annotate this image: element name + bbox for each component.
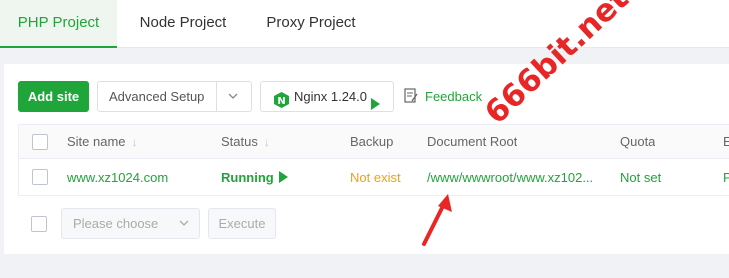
advanced-setup-label: Advanced Setup: [109, 89, 205, 104]
svg-text:N: N: [277, 96, 285, 107]
column-truncated: E: [723, 134, 729, 149]
document-root-link[interactable]: /www/wwwroot/www.xz102...: [427, 159, 593, 195]
column-site-name[interactable]: Site name ↓: [67, 125, 138, 158]
batch-action-select[interactable]: Please choose: [61, 208, 200, 239]
quota-link[interactable]: Not set: [620, 159, 661, 195]
sort-arrow-icon[interactable]: ↓: [132, 135, 138, 149]
backup-link[interactable]: Not exist: [350, 159, 401, 195]
batch-select-checkbox[interactable]: [31, 216, 47, 232]
status-toggle[interactable]: Running: [221, 159, 288, 195]
nginx-version-label: Nginx 1.24.0: [294, 89, 367, 104]
column-label: Site name: [67, 134, 126, 149]
status-label: Running: [221, 169, 274, 185]
play-icon: [278, 171, 288, 183]
add-site-button[interactable]: Add site: [18, 81, 89, 112]
tab-proxy-project[interactable]: Proxy Project: [250, 0, 372, 48]
table-header: Site name ↓ Status ↓ Backup Document Root …: [18, 124, 729, 159]
chevron-down-icon[interactable]: [227, 82, 239, 121]
sort-arrow-icon[interactable]: ↓: [264, 135, 270, 149]
nginx-icon: N: [274, 89, 289, 118]
execute-button[interactable]: Execute: [208, 208, 276, 239]
tab-node-project[interactable]: Node Project: [122, 0, 244, 48]
site-name-link[interactable]: www.xz1024.com: [67, 159, 168, 195]
column-backup: Backup: [350, 134, 394, 149]
feedback-icon[interactable]: [404, 88, 418, 109]
row-checkbox[interactable]: [32, 169, 48, 185]
advanced-setup-dropdown[interactable]: Advanced Setup: [97, 81, 252, 112]
column-quota: Quota: [620, 134, 656, 149]
tab-php-project[interactable]: PHP Project: [0, 0, 117, 48]
chevron-down-icon: [178, 209, 190, 248]
truncated-cell[interactable]: P: [723, 159, 729, 195]
annotation-arrow-icon: [422, 194, 452, 246]
nginx-service-button[interactable]: N Nginx 1.24.0: [260, 81, 394, 112]
play-icon: [371, 91, 380, 120]
batch-select-placeholder: Please choose: [73, 216, 159, 231]
table-row: www.xz1024.com Running Not exist /www/ww…: [18, 159, 729, 196]
select-all-checkbox[interactable]: [32, 134, 48, 150]
feedback-link[interactable]: Feedback: [425, 81, 482, 112]
column-status[interactable]: Status ↓: [221, 125, 270, 158]
column-label: Status: [221, 134, 258, 149]
split-divider: [216, 82, 217, 111]
